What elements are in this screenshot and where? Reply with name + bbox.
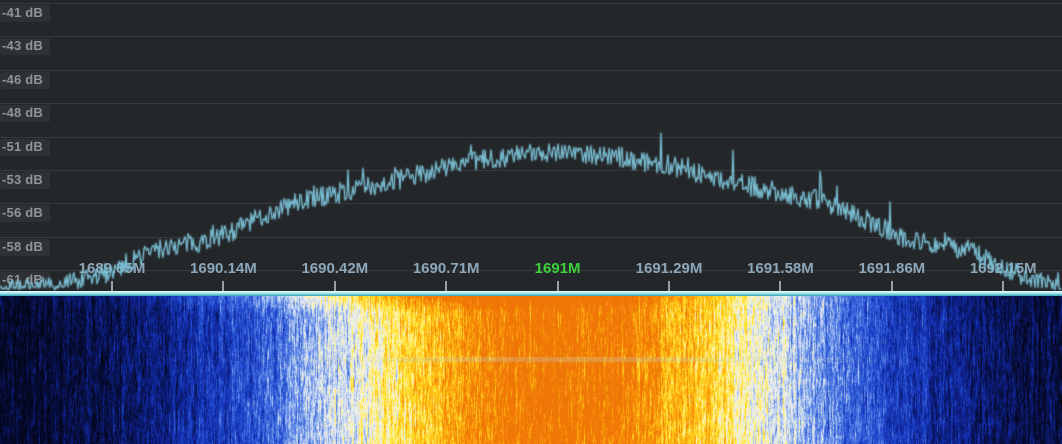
- waterfall-canvas[interactable]: [0, 296, 1062, 444]
- spectrum-trace-canvas[interactable]: [0, 0, 1062, 296]
- sdr-app-screen: -41 dB-43 dB-46 dB-48 dB-51 dB-53 dB-56 …: [0, 0, 1062, 444]
- spectrum-baseline: [0, 291, 1062, 296]
- spectrum-panel[interactable]: -41 dB-43 dB-46 dB-48 dB-51 dB-53 dB-56 …: [0, 0, 1062, 296]
